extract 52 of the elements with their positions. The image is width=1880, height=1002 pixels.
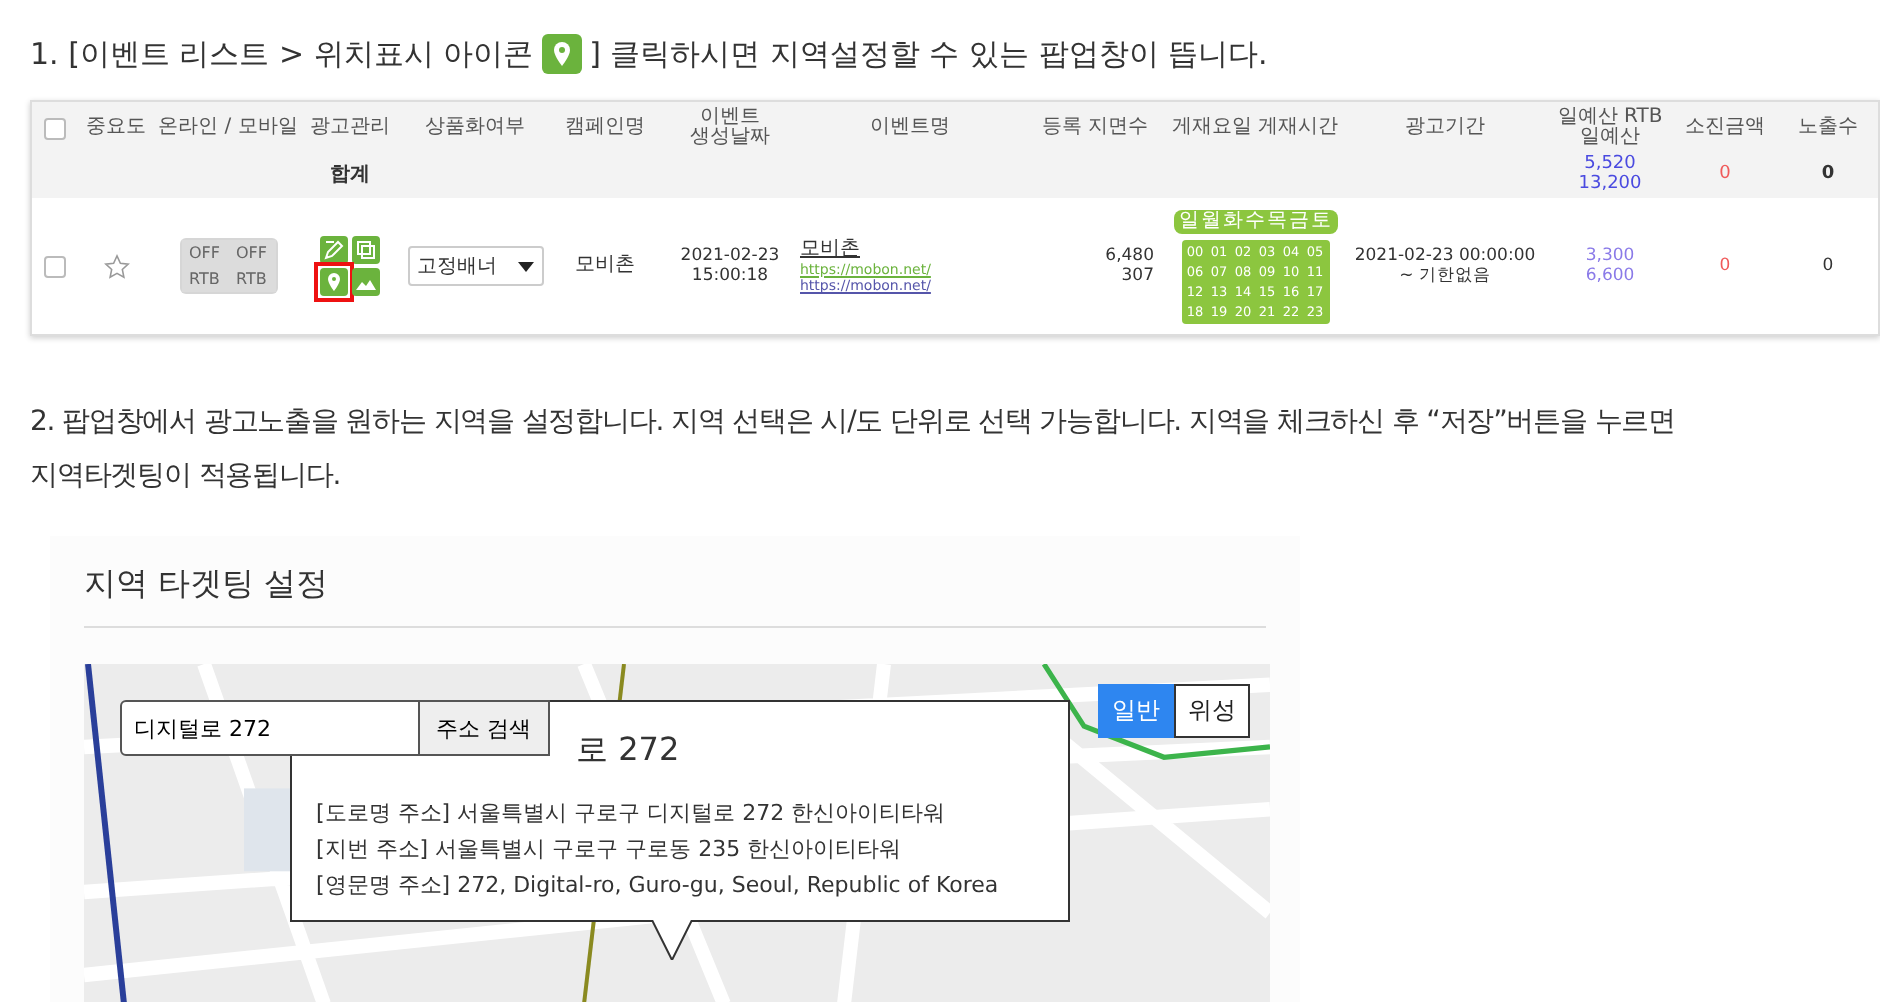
- place-title: 로 272: [576, 730, 680, 772]
- column-header: 노출수: [1798, 118, 1858, 138]
- event-name[interactable]: 모비촌: [800, 237, 931, 262]
- product-select[interactable]: 고정배너: [407, 246, 543, 286]
- step-instruction: 지역타겟팅이 적용됩니다.: [30, 458, 343, 496]
- total-budget: 5,520 13,200: [1578, 156, 1642, 196]
- map-type-tab[interactable]: 일반: [1098, 684, 1174, 738]
- impressions: 0: [1822, 255, 1834, 277]
- created-date: 2021-02-23 15:00:18: [680, 245, 780, 287]
- toggle-switch[interactable]: OFF: [181, 240, 228, 266]
- column-header: 일예산 RTB 일예산: [1555, 108, 1665, 148]
- step-instruction: 1. [이벤트 리스트 > 위치표시 아이콘: [30, 35, 534, 73]
- caret-icon: [517, 261, 533, 271]
- column-header: 캠페인명: [565, 118, 645, 138]
- column-header: 소진금액: [1685, 118, 1765, 138]
- total-impressions: 0: [1821, 166, 1835, 186]
- total-label: 합계: [330, 166, 370, 186]
- column-header: 중요도: [86, 118, 146, 138]
- column-header: 이벤트 생성날짜: [688, 108, 772, 148]
- toggle-switch[interactable]: RTB: [228, 266, 275, 292]
- address-line: [지번 주소] 서울특별시 구로구 구로동 235 한신아이티타워: [316, 834, 904, 866]
- spent-amount: 0: [1719, 255, 1731, 277]
- address-line: [도로명 주소] 서울특별시 구로구 디지털로 272 한신아이티타워: [316, 798, 948, 830]
- location-pin-icon: [541, 34, 582, 74]
- step-instruction-end: ] 클릭하시면 지역설정할 수 있는 팝업창이 뜹니다.: [589, 35, 1268, 73]
- select-all-checkbox[interactable]: [43, 117, 65, 139]
- slot-count: 6,480 307: [1105, 245, 1156, 287]
- daily-budget: 3,300 6,600: [1585, 245, 1635, 287]
- column-header: 게재요일 게재시간: [1171, 118, 1339, 138]
- popup-title: 지역 타겟팅 설정: [84, 564, 1266, 628]
- map-type-tab[interactable]: 위성: [1174, 684, 1250, 738]
- copy-icon[interactable]: [352, 236, 380, 264]
- address-line: [영문명 주소] 272, Digital-ro, Guro-gu, Seoul, Republic of Korea: [316, 870, 1001, 902]
- image-icon[interactable]: [352, 268, 380, 296]
- row-checkbox[interactable]: [43, 255, 65, 277]
- weekday-bar: 일 월 화수목금토: [1173, 209, 1337, 233]
- column-header: 광고관리: [310, 118, 390, 138]
- location-pin-icon[interactable]: [320, 268, 348, 296]
- toggle-switch[interactable]: RTB: [181, 266, 228, 292]
- campaign-name: 모비촌: [575, 254, 635, 278]
- edit-icon[interactable]: [320, 236, 348, 264]
- toggle-switch[interactable]: OFF: [228, 240, 275, 266]
- ad-period: 2021-02-23 00:00:00 ~ 기한없음: [1354, 245, 1536, 287]
- step-instruction: 2. 팝업창에서 광고노출을 원하는 지역을 설정합니다. 지역 선택은 시/도 단위로 선택 가능합니다. 지역을 체크하신 후 “저장”버튼을 누르면: [30, 404, 1677, 442]
- column-header: 광고기간: [1405, 118, 1485, 138]
- address-search-button[interactable]: 주소 검색: [418, 700, 549, 756]
- column-header: 온라인 / 모바일: [158, 118, 298, 138]
- total-spent: 0: [1719, 166, 1731, 186]
- column-header: 상품화여부: [425, 118, 525, 138]
- star-icon[interactable]: [103, 253, 129, 279]
- column-header: 등록 지면수: [1041, 118, 1149, 138]
- column-header: 이벤트명: [870, 118, 950, 138]
